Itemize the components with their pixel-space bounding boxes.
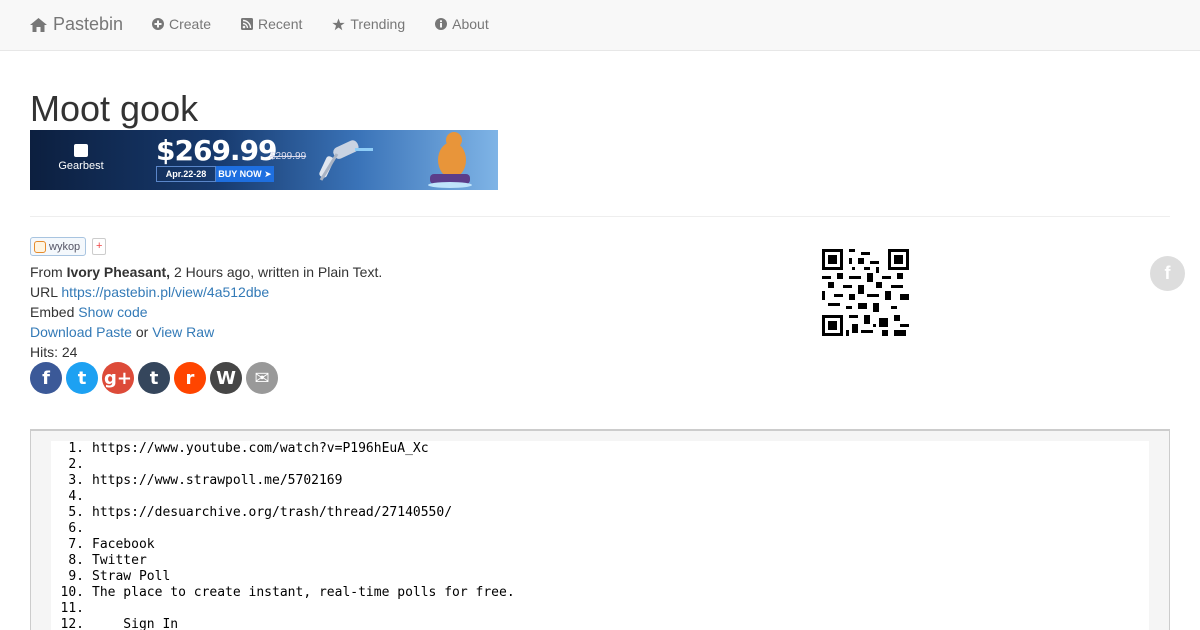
nav-create[interactable]: Create (152, 16, 211, 32)
wykop-widget: wykop + (30, 237, 107, 256)
line-text: The place to create instant, real-time p… (92, 585, 515, 600)
google-plus-share-icon[interactable]: g+ (102, 362, 134, 394)
line-number: 5. (68, 505, 84, 520)
cat-illustration (428, 132, 472, 188)
line-text: Straw Poll (92, 569, 171, 584)
ad-banner[interactable]: Gearbest $269.99 $299.99 Apr.22-28 BUY N… (30, 130, 498, 190)
embed-line: Embed Show code (30, 302, 148, 322)
rss-icon (241, 18, 254, 30)
wykop-button[interactable]: wykop (30, 237, 87, 256)
line-text (84, 489, 92, 505)
wykop-icon (34, 240, 46, 253)
code-line: 1. https://www.youtube.com/watch?v=P196hE… (51, 441, 1149, 457)
code-line: 2. (51, 457, 1149, 473)
line-text: Facebook (92, 537, 155, 552)
banner-logo: Gearbest (46, 144, 116, 172)
code-line: 10. The place to create instant, real-tim… (51, 585, 1149, 601)
info-circle-icon (435, 18, 448, 30)
line-number: 10. (60, 585, 84, 600)
url-label: URL (30, 284, 58, 300)
nav-menu: Create Recent Trending About (152, 16, 519, 32)
line-text (84, 521, 92, 537)
code-line: 4. (51, 489, 1149, 505)
code-line: 9. Straw Poll (51, 569, 1149, 585)
code-line: 7. Facebook (51, 537, 1149, 553)
code-listing: 1. https://www.youtube.com/watch?v=P196hE… (51, 441, 1149, 630)
line-number: 8. (68, 553, 84, 568)
paste-url-line: URL https://pastebin.pl/view/4a512dbe (30, 282, 269, 302)
line-number: 4. (68, 489, 84, 504)
code-line: 3. https://www.strawpoll.me/5702169 (51, 473, 1149, 489)
or-text: or (135, 324, 149, 340)
paste-code-panel: 1. https://www.youtube.com/watch?v=P196hE… (30, 429, 1170, 630)
brand-link[interactable]: Pastebin (30, 14, 123, 35)
nav-about[interactable]: About (435, 16, 489, 32)
view-raw-link[interactable]: View Raw (152, 324, 214, 340)
line-number: 11. (60, 601, 84, 616)
facebook-share-icon[interactable]: f (30, 362, 62, 394)
code-line: 12. Sign In (51, 617, 1149, 630)
embed-label: Embed (30, 304, 75, 320)
home-icon (30, 17, 47, 32)
line-text: https://www.youtube.com/watch?v=P196hEuA… (92, 441, 429, 456)
nav-recent[interactable]: Recent (241, 16, 302, 32)
line-text: https://www.strawpoll.me/5702169 (92, 473, 343, 488)
code-line: 5. https://desuarchive.org/trash/thread/2… (51, 505, 1149, 521)
paste-time: 2 Hours ago, written in Plain Text. (173, 264, 383, 280)
banner-date: Apr.22-28 (156, 166, 216, 182)
banner-old-price: $299.99 (270, 151, 307, 162)
line-text: https://desuarchive.org/trash/thread/271… (92, 505, 453, 520)
shopping-bag-icon (74, 144, 88, 157)
line-text (84, 457, 92, 473)
wykop-label: wykop (49, 240, 81, 253)
star-icon (332, 18, 346, 30)
line-number: 1. (68, 441, 84, 456)
brand-label: Pastebin (53, 14, 124, 34)
line-number: 7. (68, 537, 84, 552)
floating-facebook-icon[interactable]: f (1150, 256, 1185, 291)
line-number: 3. (68, 473, 84, 488)
show-code-link[interactable]: Show code (78, 304, 147, 320)
code-line: 11. (51, 601, 1149, 617)
wykop-plus-button[interactable]: + (92, 238, 107, 255)
code-line: 8. Twitter (51, 553, 1149, 569)
download-line: Download Paste or View Raw (30, 322, 214, 342)
vacuum-icon (319, 140, 373, 181)
tumblr-share-icon[interactable]: t (138, 362, 170, 394)
share-buttons: f t g+ t r W ✉ (30, 362, 278, 394)
line-number: 12. (60, 617, 84, 630)
nav-trending[interactable]: Trending (332, 16, 405, 32)
from-label: From (30, 264, 63, 280)
banner-brand: Gearbest (58, 160, 104, 172)
hits-count: Hits: 24 (30, 344, 78, 360)
twitter-share-icon[interactable]: t (66, 362, 98, 394)
line-text: Sign In (92, 617, 179, 630)
nav-create-label: Create (169, 16, 212, 32)
code-line: 6. (51, 521, 1149, 537)
qr-code (822, 249, 909, 336)
line-text: Twitter (92, 553, 147, 568)
paste-url-link[interactable]: https://pastebin.pl/view/4a512dbe (61, 284, 269, 300)
nav-recent-label: Recent (258, 16, 303, 32)
banner-price: $269.99 (156, 134, 278, 167)
email-share-icon[interactable]: ✉ (246, 362, 278, 394)
line-number: 9. (68, 569, 84, 584)
divider (30, 216, 1170, 217)
download-paste-link[interactable]: Download Paste (30, 324, 132, 340)
navbar: Pastebin Create Recent Trending About (0, 0, 1200, 51)
paste-author-line: From Ivory Pheasant, 2 Hours ago, writte… (30, 262, 382, 282)
page-title: Moot gook (30, 88, 199, 129)
nav-about-label: About (452, 16, 489, 32)
nav-trending-label: Trending (350, 16, 406, 32)
author-name: Ivory Pheasant, (66, 264, 171, 280)
line-text (84, 601, 92, 617)
banner-buy-now: BUY NOW ➤ (216, 166, 274, 182)
reddit-share-icon[interactable]: r (174, 362, 206, 394)
wordpress-share-icon[interactable]: W (210, 362, 242, 394)
plus-circle-icon (152, 18, 164, 30)
line-number: 2. (68, 457, 84, 472)
line-number: 6. (68, 521, 84, 536)
